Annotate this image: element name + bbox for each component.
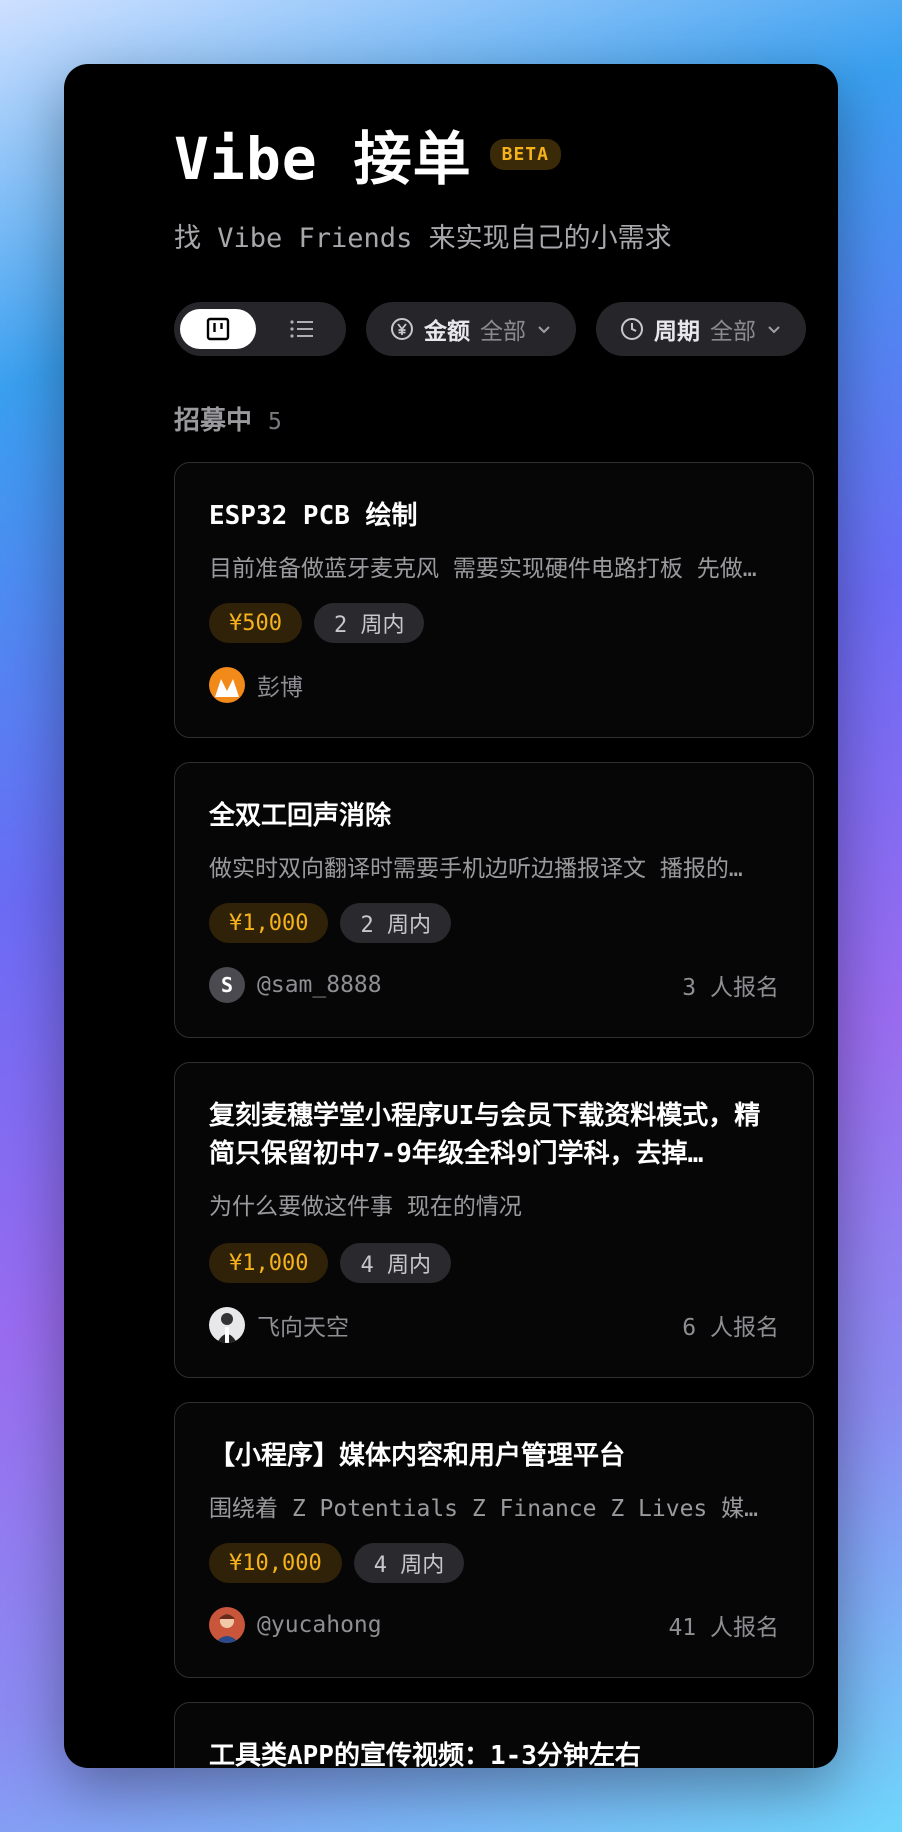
period-filter-label: 周期 <box>654 319 700 345</box>
chevron-down-icon <box>768 326 780 334</box>
app-window: Vibe 接单 BETA 找 Vibe Friends 来实现自己的小需求 金额… <box>64 64 838 1768</box>
author[interactable]: 彭博 <box>209 667 303 703</box>
price-tag: ¥1,000 <box>209 1243 329 1283</box>
period-tag: 4 周内 <box>353 1543 465 1583</box>
amount-filter-label: 金额 <box>424 319 470 345</box>
signup-count: 6 人报名 <box>682 1315 779 1341</box>
amount-filter[interactable]: 金额 全部 <box>366 302 576 356</box>
job-card[interactable]: 复刻麦穗学堂小程序UI与会员下载资料模式，精简只保留初中7-9年级全科9门学科，… <box>174 1062 814 1378</box>
view-toggle <box>174 302 346 356</box>
clock-icon <box>621 318 643 340</box>
avatar <box>209 1607 245 1643</box>
author[interactable]: S @sam_8888 <box>209 967 382 1003</box>
job-card[interactable]: 全双工回声消除 做实时双向翻译时需要手机边听边播报译文 播报的… ¥1,000 … <box>174 762 814 1038</box>
avatar <box>209 1307 245 1343</box>
job-title: 复刻麦穗学堂小程序UI与会员下载资料模式，精简只保留初中7-9年级全科9门学科，… <box>209 1101 761 1169</box>
signup-count: 3 人报名 <box>682 975 779 1001</box>
period-filter[interactable]: 周期 全部 <box>596 302 806 356</box>
filter-bar: 金额 全部 周期 全部 <box>174 302 806 356</box>
price-tag: ¥10,000 <box>209 1543 342 1583</box>
job-description: 围绕着 Z Potentials Z Finance Z Lives 媒… <box>209 1496 758 1522</box>
app-title: Vibe 接单 <box>174 125 472 193</box>
job-card[interactable]: ESP32 PCB 绘制 目前准备做蓝牙麦克风 需要实现硬件电路打板 先做… ¥… <box>174 462 814 738</box>
job-title: 工具类APP的宣传视频：1-3分钟左右 <box>209 1741 641 1768</box>
author-name: 飞向天空 <box>257 1315 349 1341</box>
job-description: 目前准备做蓝牙麦克风 需要实现硬件电路打板 先做… <box>209 556 757 582</box>
avatar <box>209 667 245 703</box>
price-tag: ¥500 <box>209 603 302 643</box>
period-tag: 2 周内 <box>313 603 425 643</box>
period-tag: 2 周内 <box>340 903 451 943</box>
author-name: 彭博 <box>257 675 303 701</box>
period-tag: 4 周内 <box>340 1243 451 1283</box>
author[interactable]: @yucahong <box>209 1607 382 1643</box>
job-title: 全双工回声消除 <box>209 801 392 831</box>
grid-view-icon <box>206 317 230 341</box>
job-card[interactable]: 工具类APP的宣传视频：1-3分钟左右 <box>174 1702 814 1768</box>
app-subtitle: 找 Vibe Friends 来实现自己的小需求 <box>174 223 672 254</box>
signup-count: 41 人报名 <box>668 1615 779 1641</box>
job-description: 为什么要做这件事 现在的情况 <box>209 1194 522 1220</box>
page-header: Vibe 接单 BETA 找 Vibe Friends 来实现自己的小需求 <box>174 112 672 255</box>
author-name: @sam_8888 <box>257 972 382 998</box>
job-title: ESP32 PCB 绘制 <box>209 501 418 531</box>
section-header: 招募中 5 <box>174 400 282 437</box>
list-view-button[interactable] <box>264 309 340 349</box>
job-title: 【小程序】媒体内容和用户管理平台 <box>209 1441 626 1471</box>
list-view-icon <box>290 320 313 338</box>
yuan-circle-icon <box>391 318 413 340</box>
job-description: 做实时双向翻译时需要手机边听边播报译文 播报的… <box>209 856 743 882</box>
beta-badge: BETA <box>489 138 561 170</box>
author-name: @yucahong <box>257 1612 382 1638</box>
period-filter-value: 全部 <box>710 319 756 345</box>
section-count: 5 <box>268 409 282 435</box>
avatar: S <box>209 967 245 1003</box>
amount-filter-value: 全部 <box>480 319 526 345</box>
grid-view-button[interactable] <box>180 309 256 349</box>
section-title: 招募中 <box>174 406 253 436</box>
author[interactable]: 飞向天空 <box>209 1307 349 1343</box>
chevron-down-icon <box>538 326 550 334</box>
price-tag: ¥1,000 <box>209 903 329 943</box>
job-card[interactable]: 【小程序】媒体内容和用户管理平台 围绕着 Z Potentials Z Fina… <box>174 1402 814 1678</box>
